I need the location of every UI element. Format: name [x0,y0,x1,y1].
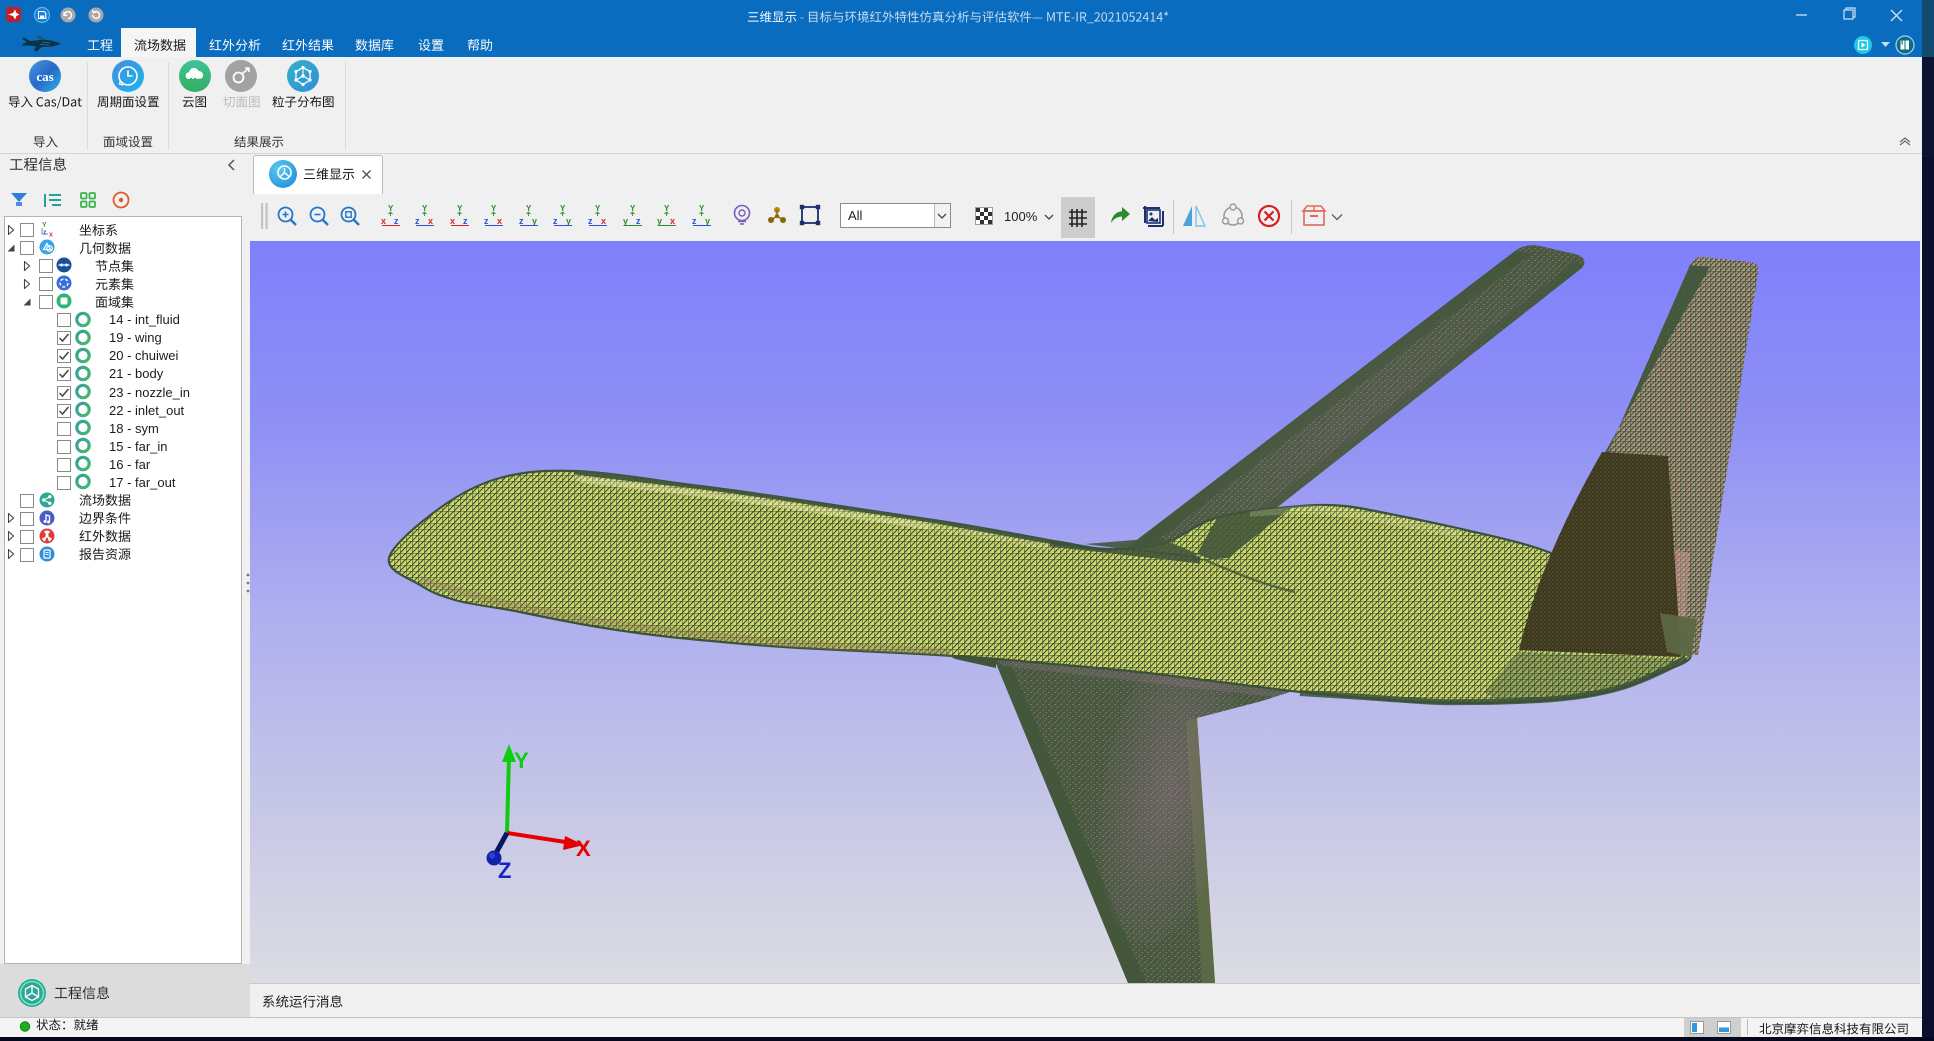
svg-text:Y: Y [630,204,636,213]
svg-text:z: z [588,216,593,226]
svg-text:x: x [601,216,606,226]
svg-text:Y: Y [560,204,566,213]
svg-text:X: X [576,836,591,861]
svg-text:y: y [705,216,710,226]
svg-text:cas: cas [36,69,53,84]
svg-text:x: x [381,216,386,226]
svg-text:Y: Y [699,204,705,213]
svg-text:y: y [623,216,628,226]
svg-text:x: x [670,216,675,226]
svg-text:Y: Y [388,204,394,213]
svg-text:Y: Y [664,204,670,213]
svg-text:z: z [484,216,489,226]
svg-text:x: x [428,216,433,226]
svg-text:z: z [636,216,641,226]
svg-text:z: z [43,229,47,236]
svg-text:z: z [692,216,697,226]
svg-text:z: z [394,216,399,226]
svg-text:Y: Y [42,222,47,229]
svg-text:Y: Y [491,204,497,213]
svg-text:Y: Y [595,204,601,213]
svg-text:Y: Y [457,204,463,213]
svg-text:x: x [450,216,455,226]
svg-text:Y: Y [422,204,428,213]
svg-text:y: y [657,216,662,226]
svg-text:Y: Y [526,204,532,213]
svg-text:z: z [553,216,558,226]
svg-text:Y: Y [514,748,529,773]
svg-text:y: y [566,216,571,226]
svg-text:x: x [49,231,53,238]
svg-text:z: z [415,216,420,226]
svg-text:z: z [463,216,468,226]
svg-text:Z: Z [498,858,511,883]
svg-text:y: y [532,216,537,226]
svg-text:z: z [519,216,524,226]
svg-text:x: x [497,216,502,226]
